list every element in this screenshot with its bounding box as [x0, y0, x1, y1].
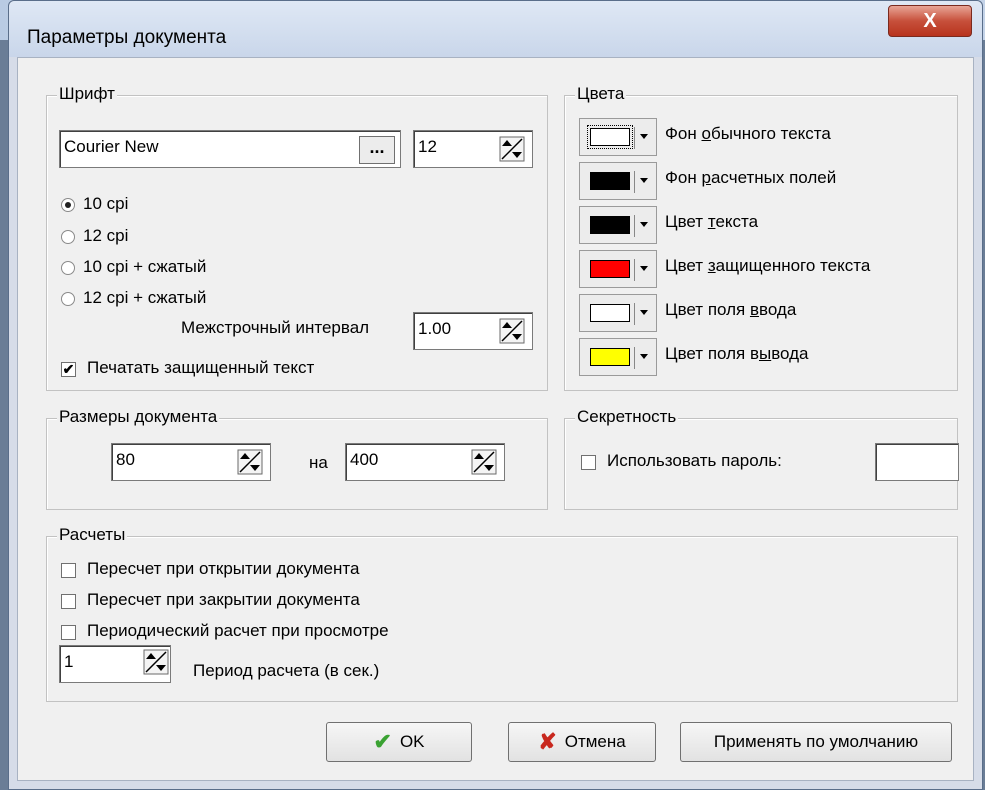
text-color-swatch — [590, 216, 630, 234]
protected-text-color-color-button[interactable] — [579, 250, 657, 288]
separator — [634, 171, 635, 193]
use-password-label: Использовать пароль: — [607, 451, 782, 470]
font-name-field[interactable]: Courier New — [59, 130, 401, 168]
font-size-spin-icon[interactable] — [499, 136, 525, 162]
normal-text-bg-label: Фон обычного текста — [665, 124, 831, 143]
protected-text-color-label: Цвет защищенного текста — [665, 256, 871, 275]
period-spin-icon[interactable] — [143, 649, 169, 675]
ok-button-label: OK — [399, 732, 425, 751]
radio-12cpi-condensed[interactable] — [61, 292, 75, 306]
period-label: Период расчета (в сек.) — [193, 661, 380, 680]
doc-size-group-label: Размеры документа — [57, 407, 220, 427]
output-field-color-color-button[interactable] — [579, 338, 657, 376]
separator — [634, 259, 635, 281]
use-password-checkbox[interactable] — [581, 455, 596, 470]
doc-height-spin-icon[interactable] — [471, 449, 497, 475]
separator — [634, 127, 635, 149]
cancel-button-label: Отмена — [564, 732, 626, 751]
protected-text-color-swatch — [590, 260, 630, 278]
periodic-calc-checkbox[interactable] — [61, 625, 76, 640]
output-field-color-label: Цвет поля вывода — [665, 344, 809, 363]
line-spacing-spin-icon[interactable] — [499, 318, 525, 344]
recalc-on-open-label: Пересчет при открытии документа — [87, 559, 360, 578]
dropdown-arrow-icon — [640, 354, 648, 359]
output-field-color-swatch — [590, 348, 630, 366]
colors-group: Цвета Фон обычного текста Фон расчетных п… — [564, 84, 958, 391]
line-spacing-label: Межстрочный интервал — [181, 318, 370, 337]
dropdown-arrow-icon — [640, 178, 648, 183]
separator — [634, 215, 635, 237]
radio-10cpi-label: 10 cpi — [83, 194, 129, 213]
print-protected-label: Печатать защищенный текст — [87, 358, 315, 377]
text-color-color-button[interactable] — [579, 206, 657, 244]
normal-text-bg-swatch — [587, 125, 633, 149]
dialog-client: Шрифт Courier New ... 12 10 cpi 12 cpi 1… — [17, 57, 974, 781]
normal-text-bg-color-button[interactable] — [579, 118, 657, 156]
secrecy-group: Секретность Использовать пароль: — [564, 407, 959, 510]
print-protected-checkbox[interactable]: ✔ — [61, 362, 76, 377]
ok-button[interactable]: ✔ OK — [326, 722, 472, 762]
radio-10cpi[interactable] — [61, 198, 75, 212]
radio-10cpi-condensed-label: 10 cpi + сжатый — [83, 257, 207, 276]
calc-group-label: Расчеты — [57, 525, 128, 545]
dialog-window: Параметры документа X Шрифт Courier New … — [8, 0, 983, 790]
dropdown-arrow-icon — [640, 134, 648, 139]
recalc-on-close-checkbox[interactable] — [61, 594, 76, 609]
dropdown-arrow-icon — [640, 310, 648, 315]
radio-12cpi[interactable] — [61, 230, 75, 244]
colors-group-label: Цвета — [575, 84, 627, 104]
dropdown-arrow-icon — [640, 222, 648, 227]
apply-default-button-label: Применять по умолчанию — [713, 732, 919, 751]
apply-default-button[interactable]: Применять по умолчанию — [680, 722, 952, 762]
radio-12cpi-condensed-label: 12 cpi + сжатый — [83, 288, 207, 307]
font-group: Шрифт Courier New ... 12 10 cpi 12 cpi 1… — [46, 84, 548, 391]
password-field[interactable] — [875, 443, 959, 481]
radio-12cpi-label: 12 cpi — [83, 226, 129, 245]
recalc-on-open-checkbox[interactable] — [61, 563, 76, 578]
recalc-on-close-label: Пересчет при закрытии документа — [87, 590, 360, 609]
doc-size-group: Размеры документа 80 на 400 — [46, 407, 548, 510]
calc-fields-bg-color-button[interactable] — [579, 162, 657, 200]
calc-fields-bg-swatch — [590, 172, 630, 190]
font-group-label: Шрифт — [57, 84, 117, 104]
calc-fields-bg-label: Фон расчетных полей — [665, 168, 837, 187]
checkmark-icon: ✔ — [373, 729, 392, 754]
radio-10cpi-condensed[interactable] — [61, 261, 75, 275]
input-field-color-label: Цвет поля ввода — [665, 300, 797, 319]
by-label: на — [309, 453, 328, 472]
cross-icon: ✘ — [538, 729, 557, 754]
separator — [634, 347, 635, 369]
window-title: Параметры документа — [27, 27, 227, 48]
secrecy-group-label: Секретность — [575, 407, 679, 427]
text-color-label: Цвет текста — [665, 212, 759, 231]
input-field-color-swatch — [590, 304, 630, 322]
dropdown-arrow-icon — [640, 266, 648, 271]
doc-width-spin-icon[interactable] — [237, 449, 263, 475]
separator — [634, 303, 635, 325]
close-button[interactable]: X — [888, 5, 972, 37]
calc-group: Расчеты Пересчет при открытии документа … — [46, 525, 958, 702]
close-icon: X — [923, 9, 937, 32]
title-bar: Параметры документа X — [9, 1, 982, 57]
font-browse-button[interactable]: ... — [359, 136, 395, 164]
periodic-calc-label: Периодический расчет при просмотре — [87, 621, 389, 640]
cancel-button[interactable]: ✘ Отмена — [508, 722, 656, 762]
input-field-color-color-button[interactable] — [579, 294, 657, 332]
